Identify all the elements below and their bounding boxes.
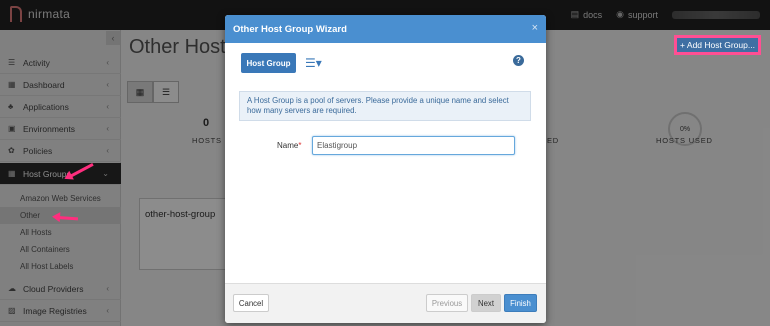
tab-host-group[interactable]: Host Group [241, 53, 296, 73]
info-message: A Host Group is a pool of servers. Pleas… [239, 91, 531, 121]
name-label-text: Name [277, 141, 299, 150]
help-icon[interactable]: ? [513, 55, 524, 66]
modal-title: Other Host Group Wizard [233, 24, 347, 35]
add-host-group-button-highlight[interactable]: + Add Host Group... [674, 35, 761, 55]
host-group-wizard-modal: Other Host Group Wizard × Host Group ☰▾ … [225, 15, 546, 323]
list-dropdown-icon[interactable]: ☰▾ [305, 56, 322, 70]
close-icon[interactable]: × [532, 22, 538, 34]
cancel-button[interactable]: Cancel [233, 294, 269, 312]
finish-button[interactable]: Finish [504, 294, 537, 312]
modal-header: Other Host Group Wizard × [225, 15, 546, 43]
next-button[interactable]: Next [471, 294, 501, 312]
name-field-label: Name* [277, 141, 301, 150]
previous-button[interactable]: Previous [426, 294, 468, 312]
modal-footer: Cancel Previous Next Finish [225, 283, 546, 323]
required-mark: * [298, 141, 302, 150]
name-input[interactable] [312, 136, 515, 155]
